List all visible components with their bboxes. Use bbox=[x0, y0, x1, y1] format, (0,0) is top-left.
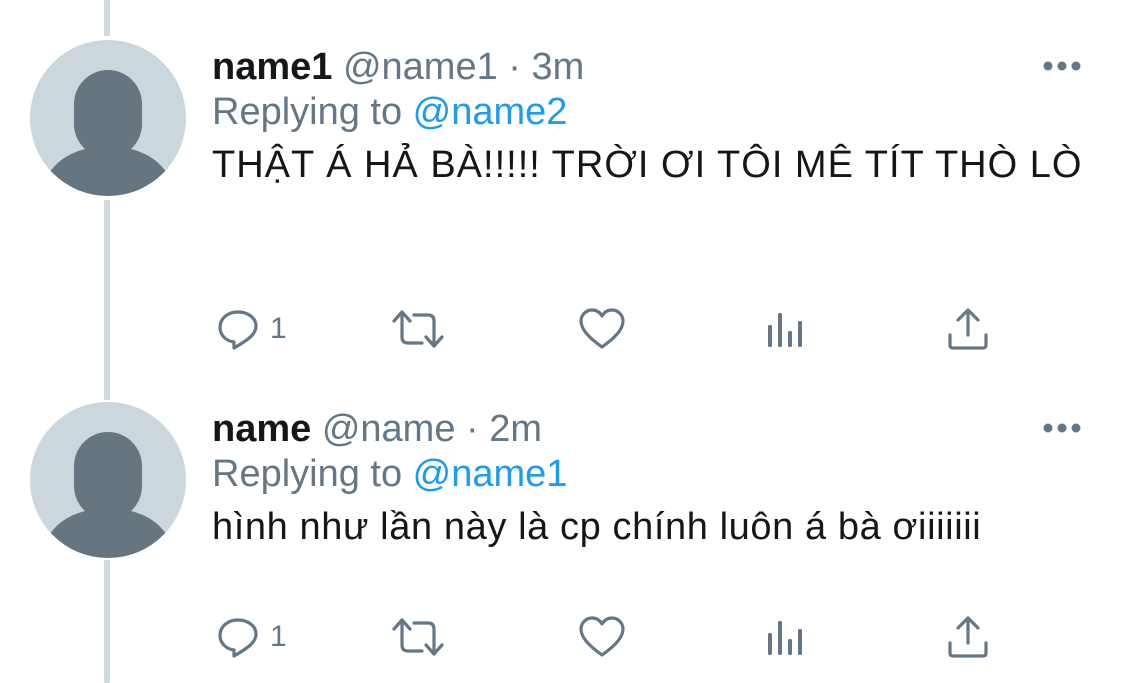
tweet-text: THẬT Á HẢ BÀ!!!!! TRỜI ƠI TÔI MÊ TÍT THÒ… bbox=[212, 144, 1083, 186]
more-icon bbox=[1043, 61, 1081, 71]
retweet-button[interactable] bbox=[390, 612, 446, 662]
replying-to-line: Replying to @name2 bbox=[212, 86, 567, 138]
thread-line-top bbox=[104, 0, 110, 36]
analytics-icon bbox=[768, 313, 802, 347]
like-button[interactable] bbox=[578, 612, 626, 662]
avatar[interactable] bbox=[30, 40, 186, 196]
tweet-header: name @name · 2m bbox=[212, 404, 542, 454]
handle-and-time: @name1 · 3m bbox=[332, 46, 585, 88]
replying-to-line: Replying to @name1 bbox=[212, 448, 567, 500]
action-bar: 1 bbox=[212, 612, 1032, 662]
avatar-icon bbox=[40, 432, 176, 558]
share-button[interactable] bbox=[946, 304, 990, 354]
reply-icon bbox=[218, 310, 258, 350]
share-icon bbox=[948, 308, 988, 350]
conversation-thread: name1 @name1 · 3m Replying to @name2 THẬ… bbox=[0, 0, 1125, 683]
avatar[interactable] bbox=[30, 402, 186, 558]
mention-link[interactable]: @name1 bbox=[413, 453, 568, 495]
handle-and-time: @name · 2m bbox=[311, 408, 543, 450]
more-icon bbox=[1043, 423, 1081, 433]
analytics-icon bbox=[768, 621, 802, 655]
action-bar: 1 bbox=[212, 304, 1032, 354]
reply-button[interactable]: 1 bbox=[216, 304, 287, 354]
like-icon bbox=[579, 308, 625, 349]
mention-link[interactable]: @name2 bbox=[413, 91, 568, 133]
display-name[interactable]: name bbox=[212, 408, 311, 450]
retweet-icon bbox=[392, 618, 444, 656]
like-icon bbox=[579, 616, 625, 657]
reply-count: 1 bbox=[270, 620, 287, 653]
reply-button[interactable]: 1 bbox=[216, 612, 287, 662]
reply-count: 1 bbox=[270, 312, 287, 345]
tweet-text: hình như lần này là cp chính luôn á bà ơ… bbox=[212, 506, 982, 548]
reply-icon bbox=[218, 618, 258, 658]
retweet-button[interactable] bbox=[390, 304, 446, 354]
like-button[interactable] bbox=[578, 304, 626, 354]
analytics-button[interactable] bbox=[766, 304, 806, 354]
analytics-button[interactable] bbox=[766, 612, 806, 662]
share-icon bbox=[948, 616, 988, 658]
replying-to-label: Replying to bbox=[212, 91, 413, 133]
tweet[interactable]: name @name · 2m Replying to @name1 hình … bbox=[0, 402, 1125, 683]
share-button[interactable] bbox=[946, 612, 990, 662]
retweet-icon bbox=[392, 310, 444, 348]
avatar-icon bbox=[40, 70, 176, 196]
tweet[interactable]: name1 @name1 · 3m Replying to @name2 THẬ… bbox=[0, 40, 1125, 360]
display-name[interactable]: name1 bbox=[212, 46, 332, 88]
more-button[interactable] bbox=[1040, 418, 1084, 438]
replying-to-label: Replying to bbox=[212, 453, 413, 495]
more-button[interactable] bbox=[1040, 56, 1084, 76]
tweet-header: name1 @name1 · 3m bbox=[212, 42, 584, 92]
